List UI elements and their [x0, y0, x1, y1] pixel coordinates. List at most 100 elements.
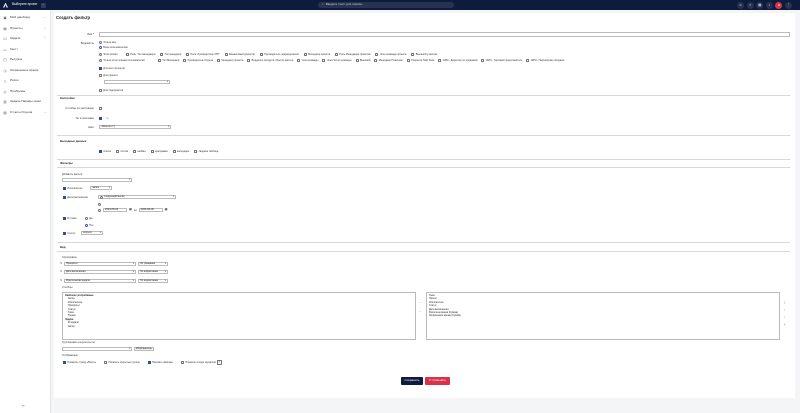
calendar-icon[interactable]: ▦ — [165, 208, 168, 212]
list-item[interactable]: Затраченное время (Сумма) — [429, 314, 777, 317]
calendar-icon[interactable]: ▦ — [129, 208, 132, 212]
show-avatars-checkbox[interactable]: Показать аватары — [147, 361, 173, 364]
output-chart[interactable]: диаграмма — [150, 150, 168, 153]
grid-icon[interactable]: ▦ — [756, 1, 764, 9]
role-checkbox[interactable]: Роль: Руководитель ОНТ — [186, 53, 220, 56]
sidebar-item-dashboard[interactable]: ▣ Мой дашборд ⌄ — [0, 13, 50, 24]
role-checkbox[interactable]: Руководитель Отдела — [183, 59, 213, 62]
sidebar-item-gantt[interactable]: ▭ Гантт — [0, 45, 50, 56]
sort-field-1[interactable]: Приоритет — [64, 262, 136, 266]
role-checkbox[interactable]: Менеджер проекта — [303, 53, 330, 56]
role-checkbox[interactable]: Финансовый директор — [224, 53, 255, 56]
sidebar-item-orders[interactable]: ▥ Задачи Наряды чаши — [0, 97, 50, 108]
chevron-down-icon[interactable]: ⌄ — [43, 110, 46, 115]
in-plan-no[interactable]: Нет — [85, 224, 94, 227]
output-tiles[interactable]: плитки — [116, 150, 128, 153]
role-checkbox[interactable]: Роль: Тип менеджера — [126, 53, 155, 56]
avatar[interactable]: ● — [775, 1, 783, 9]
chevron-down-icon[interactable]: ⌄ — [43, 16, 46, 20]
sidebar-item-risks[interactable]: △ Риски — [0, 76, 50, 87]
role-checkbox[interactable]: Внешний — [355, 59, 370, 62]
help-icon[interactable]: ? — [217, 360, 222, 365]
role-checkbox[interactable]: Член команды проекта — [375, 53, 406, 56]
group-by-select[interactable] — [62, 347, 132, 351]
status-operator[interactable]: открыто — [81, 231, 103, 235]
role-checkbox[interactable]: Руководитель подразделения — [259, 53, 299, 56]
due-date-operator[interactable]: следующий месяц — [98, 195, 176, 199]
add-filter-select[interactable] — [62, 178, 132, 182]
move-bottom-icon[interactable]: ⤓ — [784, 322, 785, 327]
role-checkbox[interactable]: Менеджер Новичков — [374, 59, 403, 62]
sidebar-item-resources[interactable]: ◫ Ресурсы — [0, 55, 50, 66]
color-picker[interactable]: ○ ▾ — [105, 117, 109, 120]
sort-field-3[interactable]: Родительская задача — [64, 279, 136, 283]
group-by-button[interactable]: Исполнитель — [134, 347, 154, 351]
date-to[interactable]: 2024-06-30 — [138, 208, 163, 212]
list-item[interactable]: Автор — [65, 325, 413, 328]
sidebar-item-time[interactable]: ◷ Затраченное время — [0, 66, 50, 77]
selected-columns[interactable]: Тема Проект Исполнитель Статус Дата выпо… — [426, 292, 780, 340]
move-up-icon[interactable]: ↑ — [784, 308, 786, 313]
list-icon[interactable]: ≡ — [746, 1, 754, 9]
for-subprojects-checkbox[interactable]: Для подпроектов — [99, 89, 123, 92]
name-input[interactable] — [99, 32, 790, 37]
tag-checkbox[interactable] — [99, 117, 102, 120]
role-checkbox[interactable]: Владелец продукта / Бэклог-мастер — [247, 59, 293, 62]
color-select[interactable]: таблетки (Y) — [99, 125, 171, 129]
move-left-icon[interactable]: ← — [419, 309, 422, 314]
role-checkbox[interactable]: Член Scrum команды — [322, 59, 352, 62]
role-checkbox[interactable]: Тип Менеджер — [158, 59, 179, 62]
project-selector[interactable]: Выберите проект ⌄ — [12, 2, 46, 8]
in-plan-yes[interactable]: Да — [85, 217, 92, 220]
chevron-down-icon[interactable]: ⌄ — [43, 26, 46, 31]
sidebar-item-problems[interactable]: ◎ Проблемы — [0, 87, 50, 98]
sidebar-item-projects[interactable]: ▤ Проекты ⌄ — [0, 24, 50, 35]
output-list[interactable]: список — [99, 150, 111, 153]
filter-assignee[interactable]: Исполнитель — [63, 187, 82, 190]
search-input[interactable]: ⌕ Введите текст для поиска... — [318, 2, 454, 8]
show-totals-checkbox[interactable]: Показать строку «Всего» — [63, 361, 96, 364]
vis-only-me[interactable]: Только мне — [99, 41, 116, 44]
show-open-groups-checkbox[interactable]: Показать открытые группы — [104, 361, 140, 364]
assignee-operator[interactable]: любое — [90, 186, 112, 190]
bell-icon[interactable]: ♪ — [765, 1, 773, 9]
chevron-up-icon[interactable]: ⌃ — [43, 37, 46, 41]
move-right-icon[interactable]: → — [419, 300, 422, 305]
save-button[interactable]: Сохранить — [401, 377, 423, 385]
move-top-icon[interactable]: ⤒ — [784, 301, 785, 306]
chevron-down-icon[interactable]: ⌄ — [40, 2, 46, 8]
role-checkbox[interactable]: Оператор Help Desk — [406, 59, 434, 62]
role-checkbox[interactable]: Член команды — [297, 59, 318, 62]
sidebar-item-tasks[interactable]: ☑ Задачи ⌃ — [0, 34, 50, 45]
role-checkbox[interactable]: CRM - Партнёрские продажи — [526, 59, 564, 62]
cancel-button[interactable]: ✕ Отменить — [425, 377, 450, 385]
for-project-checkbox[interactable]: Для проекта — [99, 74, 118, 77]
filter-in-plan[interactable]: В плане — [63, 217, 77, 220]
output-pivot[interactable]: сводная таблица — [194, 150, 218, 153]
sort-field-2[interactable]: Дата выполнения — [64, 270, 136, 274]
date-from[interactable]: 2024-06-01 — [103, 208, 127, 212]
output-kanban[interactable]: канбан — [133, 150, 146, 153]
show-hierarchy-checkbox[interactable]: Показать в виде иерархии? — [180, 360, 222, 365]
default-columns-checkbox[interactable] — [99, 107, 102, 110]
vis-only-users[interactable]: Только этим членам пользователей — [99, 59, 145, 62]
menu-icon[interactable]: ⋮ — [785, 1, 792, 9]
sort-order-3[interactable]: По возрастанию — [138, 279, 168, 283]
filter-status[interactable]: Статус — [63, 232, 75, 235]
role-checkbox[interactable]: Тип менеджер — [160, 53, 181, 56]
role-checkbox[interactable]: Внешний участник — [411, 53, 437, 56]
sidebar-item-reports[interactable]: ▧ Отчеты Отдела ⌄ — [0, 108, 50, 119]
for-all-projects-checkbox[interactable]: Для всех проектов — [99, 67, 125, 70]
date-range-radio[interactable] — [98, 203, 101, 206]
vis-all-users[interactable]: Всем пользователям — [99, 46, 128, 49]
move-down-icon[interactable]: ↓ — [784, 315, 786, 320]
filter-due-date[interactable]: Дата выполнения — [63, 196, 88, 199]
vis-roles[interactable]: Этим ролям: — [99, 53, 118, 56]
sort-order-1[interactable]: По убыванию — [138, 262, 168, 266]
role-checkbox[interactable]: Менеджер проекта — [217, 59, 243, 62]
role-checkbox[interactable]: Роль Менеджера проектов — [335, 53, 370, 56]
collapse-sidebar-icon[interactable]: ⇤ — [22, 403, 25, 409]
sort-order-2[interactable]: По возрастанию — [138, 270, 168, 274]
role-checkbox[interactable]: CRM - Директор по продажам — [438, 59, 477, 62]
output-calendar[interactable]: календарь — [172, 150, 189, 153]
